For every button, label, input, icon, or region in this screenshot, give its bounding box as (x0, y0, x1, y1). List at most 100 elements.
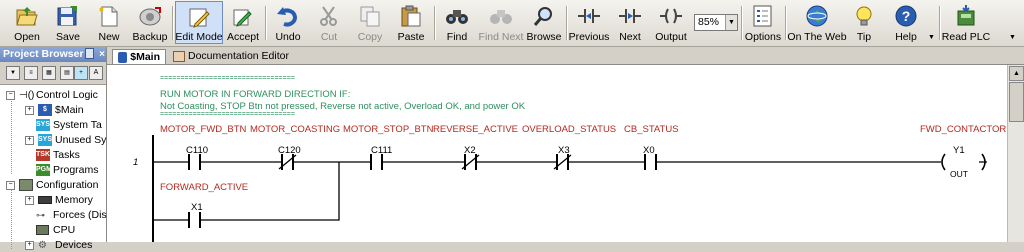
tip-bulb-icon (852, 4, 876, 28)
tab-documentation-label: Documentation Editor (188, 50, 289, 62)
add-item-icon[interactable]: + (74, 66, 88, 80)
filter-icon[interactable]: ▼ (6, 66, 20, 80)
system-icon: SYS (36, 119, 50, 131)
backup-label: Backup (132, 31, 168, 43)
expand-icon[interactable]: + (25, 105, 34, 115)
undo-arrow-icon (276, 4, 300, 28)
help-question-icon: ? (894, 4, 918, 28)
list-view-icon[interactable]: ≡ (24, 66, 38, 80)
find-next-label: Find Next (478, 31, 524, 43)
tree-item-tasks[interactable]: TSK Tasks (36, 148, 80, 162)
backup-button[interactable]: Backup (129, 1, 171, 44)
open-button[interactable]: Open (6, 1, 48, 44)
system-icon: SYS (38, 134, 52, 146)
tree-item-cpu[interactable]: CPU (36, 223, 75, 237)
options-button[interactable]: Options (744, 1, 782, 44)
main-program-icon: $ (38, 104, 52, 116)
toolbar-separator (265, 6, 267, 40)
backup-drive-icon (138, 4, 162, 28)
accept-label: Accept (226, 31, 260, 43)
tree-item-unused-system[interactable]: + SYS Unused Sy (25, 133, 106, 147)
next-contact-icon (618, 4, 642, 28)
undo-button[interactable]: Undo (268, 1, 308, 44)
tree-item-system-tasks[interactable]: SYS System Ta (36, 118, 102, 132)
output-label: Output (655, 31, 687, 43)
chevron-down-icon[interactable]: ▼ (725, 15, 737, 30)
sort-alpha-icon[interactable]: A (89, 66, 103, 80)
copy-button[interactable]: Copy (349, 1, 391, 44)
contact-x0-no (644, 154, 657, 170)
output-button[interactable]: Output (651, 1, 691, 44)
cut-button[interactable]: Cut (308, 1, 350, 44)
help-dropdown-arrow[interactable]: ▼ (928, 34, 935, 41)
tree-item-forces[interactable]: ⊶ Forces (Dis (36, 208, 107, 222)
edit-mode-button[interactable]: Edit Mode (175, 1, 223, 44)
tree-item-programs[interactable]: PGM Programs (36, 163, 99, 177)
ladder-editor[interactable]: 1 ================================= RUN … (107, 65, 1007, 242)
ladder-vertical-scrollbar[interactable]: ▲ (1007, 65, 1024, 242)
task-icon: TSK (36, 149, 50, 161)
tree-item-label: Tasks (53, 149, 80, 161)
accept-pencil-icon (231, 4, 255, 28)
paste-button[interactable]: Paste (390, 1, 432, 44)
contact-x1-no (188, 212, 201, 228)
next-button[interactable]: Next (612, 1, 648, 44)
find-label: Find (446, 31, 468, 43)
previous-button[interactable]: Previous (569, 1, 609, 44)
scroll-up-icon[interactable]: ▲ (1009, 66, 1024, 81)
memory-chip-icon (38, 196, 52, 204)
editor-tab-bar: $Main Documentation Editor (107, 47, 1024, 65)
toolbar-separator (172, 6, 174, 40)
globe-icon (805, 4, 829, 28)
tree-item-label: $Main (55, 104, 84, 116)
tip-label: Tip (856, 31, 872, 43)
zoom-select[interactable]: 85% ▼ (694, 14, 738, 31)
tree-item-control-logic[interactable]: − ⊣() Control Logic (6, 88, 98, 102)
branch-wire (153, 162, 340, 221)
tab-main[interactable]: $Main (112, 49, 166, 64)
ladder-program-icon (118, 51, 128, 63)
save-button[interactable]: Save (47, 1, 89, 44)
options-label: Options (744, 31, 782, 43)
expand-icon[interactable]: + (25, 195, 34, 205)
edit-mode-label: Edit Mode (175, 31, 223, 43)
on-the-web-button[interactable]: On The Web (787, 1, 847, 44)
tree-item-main[interactable]: + $ $Main (25, 103, 84, 117)
collapse-icon[interactable]: − (6, 90, 15, 100)
sort-icon[interactable]: ▦ (42, 66, 56, 80)
open-label: Open (14, 31, 40, 43)
magnifier-icon (532, 4, 556, 28)
project-browser-title: Project Browser (3, 48, 84, 60)
scissors-icon (317, 4, 341, 28)
toolbar-overflow-arrow[interactable]: ▼ (1009, 34, 1016, 41)
tree-item-devices[interactable]: + ⚙ Devices (25, 238, 92, 252)
help-button[interactable]: ? Help (884, 1, 928, 44)
tab-documentation-editor[interactable]: Documentation Editor (168, 49, 294, 64)
tip-button[interactable]: Tip (848, 1, 880, 44)
read-plc-button[interactable]: Read PLC (942, 1, 990, 44)
find-next-button[interactable]: Find Next (477, 1, 525, 44)
scroll-thumb[interactable] (1009, 82, 1024, 122)
coil-y1-out (941, 153, 986, 171)
save-label: Save (56, 31, 80, 43)
find-button[interactable]: Find (437, 1, 477, 44)
tree-item-configuration[interactable]: − Configuration (6, 178, 98, 192)
new-button[interactable]: New (88, 1, 130, 44)
project-browser-title-bar: Project Browser × (0, 47, 106, 62)
project-browser-panel: Project Browser × ▼ ≡ ▦ ▤ + A − ⊣() Cont… (0, 47, 107, 251)
ladder-tree-icon: ⊣() (19, 89, 35, 101)
view-mode-icon[interactable]: ▤ (60, 66, 74, 80)
collapse-icon[interactable]: − (6, 180, 15, 190)
browse-button[interactable]: Browse (524, 1, 564, 44)
devices-icon: ⚙ (38, 239, 47, 251)
program-icon: PGM (36, 164, 52, 176)
documentation-icon (173, 51, 185, 62)
on-the-web-label: On The Web (787, 31, 847, 43)
accept-button[interactable]: Accept (224, 1, 262, 44)
close-icon[interactable]: × (99, 47, 105, 62)
expand-icon[interactable]: + (25, 135, 34, 145)
pin-icon[interactable] (85, 48, 94, 59)
tree-item-memory[interactable]: + Memory (25, 193, 93, 207)
read-plc-label: Read PLC (941, 31, 991, 43)
open-folder-icon (15, 4, 39, 28)
